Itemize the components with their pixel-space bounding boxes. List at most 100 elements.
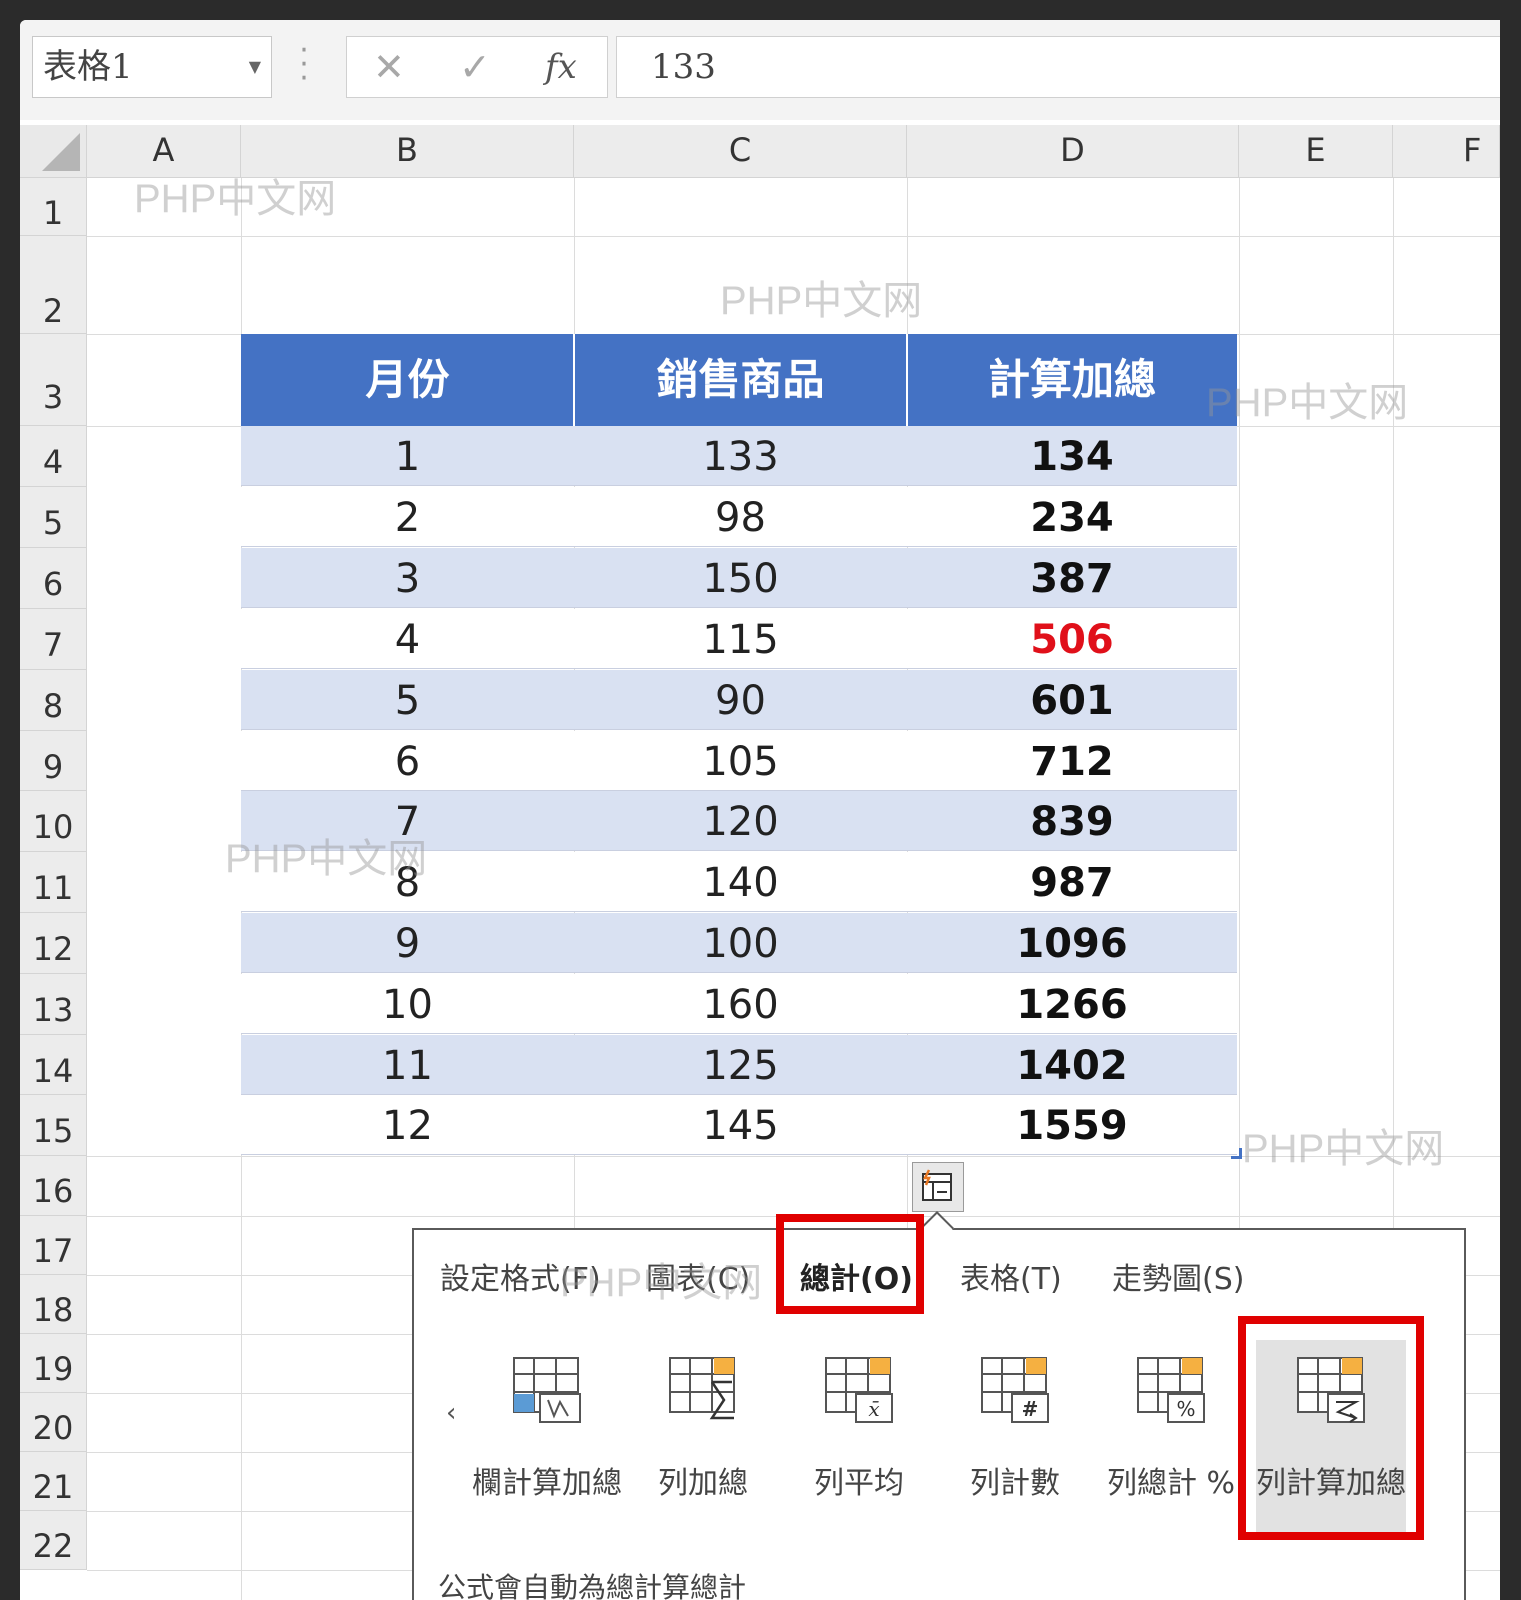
svg-text:x̄: x̄	[868, 1397, 879, 1421]
column-header-c[interactable]: C	[574, 125, 907, 178]
row-header-17[interactable]: 17	[20, 1216, 87, 1275]
row-percent-total-icon: %	[1137, 1357, 1205, 1423]
row-header-10[interactable]: 10	[20, 791, 87, 852]
item-column-running-total[interactable]: 欄計算加總	[472, 1340, 622, 1540]
cancel-icon[interactable]: ✕	[373, 37, 405, 97]
cell-month[interactable]: 3	[241, 548, 574, 608]
cell-month[interactable]: 1	[241, 426, 574, 486]
row-header-9[interactable]: 9	[20, 731, 87, 791]
cell-month[interactable]: 5	[241, 670, 574, 730]
header-month[interactable]: 月份	[241, 334, 574, 426]
table-row: 9 100 1096	[241, 913, 1237, 973]
cell-sales[interactable]: 140	[574, 852, 907, 912]
cell-total[interactable]: 1096	[907, 913, 1237, 973]
row-header-18[interactable]: 18	[20, 1275, 87, 1334]
cell-month[interactable]: 6	[241, 731, 574, 791]
cell-sales[interactable]: 100	[574, 913, 907, 973]
item-row-average[interactable]: x̄ 列平均	[784, 1340, 934, 1540]
row-header-13[interactable]: 13	[20, 974, 87, 1035]
row-sum-icon	[669, 1357, 735, 1420]
row-header-7[interactable]: 7	[20, 609, 87, 670]
cell-month[interactable]: 9	[241, 913, 574, 973]
row-header-6[interactable]: 6	[20, 548, 87, 609]
cell-sales[interactable]: 125	[574, 1035, 907, 1095]
cell-month[interactable]: 10	[241, 974, 574, 1034]
cell-total[interactable]: 1402	[907, 1035, 1237, 1095]
row-header-3[interactable]: 3	[20, 334, 87, 426]
cell-sales[interactable]: 145	[574, 1095, 907, 1155]
tab-tables[interactable]: 表格(T)	[960, 1254, 1062, 1298]
formula-input[interactable]: 133	[616, 36, 1500, 98]
cell-month[interactable]: 11	[241, 1035, 574, 1095]
item-label: 列計數	[970, 1466, 1060, 1501]
item-label: 列平均	[814, 1466, 904, 1501]
row-header-15[interactable]: 15	[20, 1095, 87, 1156]
cell-total[interactable]: 1559	[907, 1095, 1237, 1155]
cell-total[interactable]: 712	[907, 731, 1237, 791]
enter-icon[interactable]: ✓	[459, 37, 491, 97]
panel-footer-text: 公式會自動為總計算總計	[438, 1571, 747, 1600]
row-header-19[interactable]: 19	[20, 1334, 87, 1393]
select-all-corner[interactable]	[20, 125, 87, 178]
row-header-4[interactable]: 4	[20, 426, 87, 487]
insert-function-icon[interactable]: fx	[545, 37, 577, 97]
header-running-total[interactable]: 計算加總	[907, 334, 1237, 426]
cell-month[interactable]: 12	[241, 1095, 574, 1155]
table-row: 10 160 1266	[241, 974, 1237, 1034]
row-header-14[interactable]: 14	[20, 1035, 87, 1095]
quick-analysis-button[interactable]	[912, 1162, 964, 1212]
cell-total[interactable]: 987	[907, 852, 1237, 912]
table-row: 11 125 1402	[241, 1035, 1237, 1095]
name-box[interactable]: 表格1 ▼	[32, 36, 272, 98]
cell-sales[interactable]: 133	[574, 426, 907, 486]
row-header-20[interactable]: 20	[20, 1393, 87, 1452]
cell-total-highlighted[interactable]: 506	[907, 609, 1237, 669]
column-header-f[interactable]: F	[1393, 125, 1500, 178]
table-row: 4 115 506	[241, 609, 1237, 669]
cell-month[interactable]: 2	[241, 487, 574, 547]
cell-total[interactable]: 601	[907, 670, 1237, 730]
table-header-row: 月份 銷售商品 計算加總	[241, 334, 1237, 426]
header-sales[interactable]: 銷售商品	[574, 334, 907, 426]
watermark: PHP中文网	[720, 279, 923, 323]
cell-sales[interactable]: 105	[574, 731, 907, 791]
item-row-percent-total[interactable]: % 列總計 %	[1096, 1340, 1246, 1540]
row-header-1[interactable]: 1	[20, 178, 87, 236]
row-header-2[interactable]: 2	[20, 236, 87, 334]
row-header-22[interactable]: 22	[20, 1511, 87, 1570]
item-row-sum[interactable]: 列加總	[628, 1340, 778, 1540]
excel-window: 表格1 ▼ · · · ✕ ✓ fx 133 A B C D E F 1 2 3 4…	[20, 20, 1500, 1600]
row-header-11[interactable]: 11	[20, 852, 87, 913]
cell-sales[interactable]: 90	[574, 670, 907, 730]
header-divider	[573, 334, 575, 426]
table-resize-handle[interactable]	[1231, 1148, 1242, 1159]
row-header-16[interactable]: 16	[20, 1156, 87, 1216]
watermark: PHP中文网	[1206, 381, 1409, 425]
quick-analysis-icon	[922, 1169, 952, 1201]
row-header-8[interactable]: 8	[20, 670, 87, 731]
cell-sales[interactable]: 160	[574, 974, 907, 1034]
scroll-left-icon[interactable]: ‹	[446, 1398, 456, 1428]
cell-sales[interactable]: 98	[574, 487, 907, 547]
svg-text:#: #	[1022, 1397, 1039, 1421]
cell-month[interactable]: 4	[241, 609, 574, 669]
cell-sales[interactable]: 120	[574, 791, 907, 851]
row-header-5[interactable]: 5	[20, 487, 87, 548]
cell-total[interactable]: 234	[907, 487, 1237, 547]
column-header-e[interactable]: E	[1239, 125, 1393, 178]
item-row-count[interactable]: # 列計數	[940, 1340, 1090, 1540]
cell-sales[interactable]: 150	[574, 548, 907, 608]
cell-total[interactable]: 387	[907, 548, 1237, 608]
highlight-box-tab	[776, 1214, 924, 1314]
watermark: PHP中文网	[1242, 1127, 1445, 1171]
cell-total[interactable]: 134	[907, 426, 1237, 486]
tab-sparklines[interactable]: 走勢圖(S)	[1112, 1254, 1244, 1298]
cell-sales[interactable]: 115	[574, 609, 907, 669]
cell-total[interactable]: 1266	[907, 974, 1237, 1034]
row-header-21[interactable]: 21	[20, 1452, 87, 1511]
more-options-icon[interactable]: · · ·	[298, 36, 310, 94]
chevron-down-icon[interactable]: ▼	[249, 37, 261, 97]
cell-total[interactable]: 839	[907, 791, 1237, 851]
column-header-d[interactable]: D	[907, 125, 1239, 178]
row-header-12[interactable]: 12	[20, 913, 87, 974]
